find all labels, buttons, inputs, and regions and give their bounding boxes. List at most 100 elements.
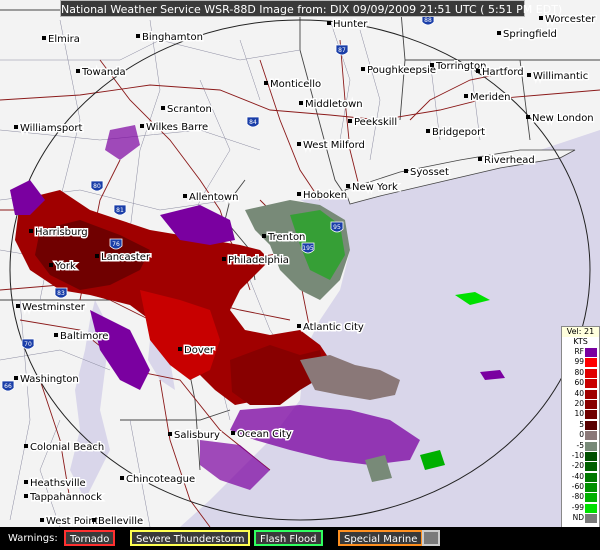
city-hartford: HartfordHartford xyxy=(476,66,525,80)
city-dot xyxy=(526,115,530,119)
city-binghamton: BinghamtonBinghamton xyxy=(136,31,204,45)
city-trenton: TrentonTrenton xyxy=(262,231,307,245)
interstate-87-shield: 87 xyxy=(335,44,349,56)
city-dot xyxy=(527,73,531,77)
legend-row-label: -99 xyxy=(571,502,584,512)
city-dot xyxy=(14,376,18,380)
legend-swatch xyxy=(585,399,597,409)
city-dot xyxy=(183,194,187,198)
legend-swatch xyxy=(585,503,597,513)
interstate-95-shield: 95 xyxy=(330,221,344,233)
legend-row-label: -10 xyxy=(571,450,584,460)
city-dot xyxy=(120,476,124,480)
city-allentown: AllentownAllentown xyxy=(183,191,240,205)
city-dot xyxy=(264,81,268,85)
city-label: Trenton xyxy=(267,232,305,243)
legend-row: -40 xyxy=(562,472,599,482)
legend-swatch xyxy=(585,348,597,357)
interstate-195-shield: 195 xyxy=(301,242,315,254)
city-dot xyxy=(140,124,144,128)
city-dover: DoverDover xyxy=(178,344,216,358)
radar-frame: 88 87 84 80 81 76 95 83 70 66 195 Worcester Worcest… xyxy=(0,0,600,550)
city-dot xyxy=(231,431,235,435)
warning-flash-flood-button[interactable]: Flash Flood xyxy=(254,530,323,546)
radar-map: 88878480817695837066195 WorcesterWorcest… xyxy=(0,0,600,527)
legend-row: 60 xyxy=(562,378,599,389)
city-label: York xyxy=(54,261,76,272)
legend-row-label: 20 xyxy=(574,398,584,408)
city-dot xyxy=(178,347,182,351)
city-philadelphia: PhiladelphiaPhiladelphia xyxy=(222,254,290,268)
legend-row-label: 10 xyxy=(574,409,584,419)
city-dot xyxy=(42,36,46,40)
city-syosset: SyossetSyosset xyxy=(404,166,450,180)
legend-row-label: -40 xyxy=(571,471,584,481)
city-label: Hoboken xyxy=(303,190,347,201)
interstate-70-shield: 70 xyxy=(21,338,35,350)
city-label: Riverhead xyxy=(484,155,535,166)
city-label: Monticello xyxy=(270,79,321,90)
legend-units: KTS xyxy=(573,337,588,346)
city-dot xyxy=(297,324,301,328)
legend-row: 5 xyxy=(562,420,599,430)
warning-special-marine-button[interactable]: Special Marine xyxy=(338,530,424,546)
city-dot xyxy=(539,16,543,20)
legend-row: -99 xyxy=(562,503,599,513)
legend-swatch xyxy=(585,451,597,461)
warning-tornado-button[interactable]: Tornado xyxy=(64,530,116,546)
legend-title: Vel: 21 xyxy=(562,327,599,337)
city-dot xyxy=(476,69,480,73)
warning-severe-thunderstorm-button[interactable]: Severe Thunderstorm xyxy=(130,530,251,546)
city-dot xyxy=(24,480,28,484)
shield-number: 88 xyxy=(424,17,432,24)
legend-row: -10 xyxy=(562,451,599,461)
city-west-point: West PointWest Point xyxy=(40,515,100,527)
city-label: Dover xyxy=(184,345,215,356)
city-dot xyxy=(404,169,408,173)
city-willimantic: WillimanticWillimantic xyxy=(527,70,590,84)
city-dot xyxy=(297,192,301,196)
legend-row-label: 99 xyxy=(574,357,584,367)
legend-swatch xyxy=(585,514,597,524)
city-label: Tappahannock xyxy=(29,492,102,503)
city-baltimore: BaltimoreBaltimore xyxy=(54,330,110,344)
city-dot xyxy=(430,63,434,67)
city-dot xyxy=(95,254,99,258)
legend-swatch xyxy=(585,493,597,503)
legend-swatch xyxy=(585,368,597,378)
city-towanda: TowandaTowanda xyxy=(76,66,127,80)
shield-number: 66 xyxy=(4,383,12,390)
legend-row-label: -60 xyxy=(571,482,584,492)
shield-number: 81 xyxy=(116,207,124,214)
city-dot xyxy=(262,234,266,238)
city-label: Middletown xyxy=(305,99,363,110)
city-label: Springfield xyxy=(503,29,557,40)
city-dot xyxy=(14,125,18,129)
city-dot xyxy=(16,304,20,308)
legend-row: -20 xyxy=(562,461,599,472)
city-new-york: New YorkNew York xyxy=(346,181,400,195)
city-westminster: WestminsterWestminster xyxy=(16,301,87,315)
city-dot xyxy=(348,119,352,123)
city-ocean-city: Ocean CityOcean City xyxy=(231,428,293,442)
legend-row: 99 xyxy=(562,357,599,368)
city-label: Colonial Beach xyxy=(30,442,104,453)
legend-row: 0 xyxy=(562,430,599,441)
city-label: West Milford xyxy=(303,140,365,151)
city-dot xyxy=(478,157,482,161)
legend-row: -5 xyxy=(562,441,599,451)
city-label: Hartford xyxy=(482,67,524,78)
city-dot xyxy=(464,94,468,98)
city-label: New London xyxy=(532,113,594,124)
shield-number: 83 xyxy=(57,290,65,297)
city-label: Westminster xyxy=(22,302,86,313)
city-dot xyxy=(222,257,226,261)
city-label: Baltimore xyxy=(60,331,108,342)
legend-swatch xyxy=(585,358,597,368)
legend-swatch xyxy=(585,462,597,472)
city-label: Hunter xyxy=(333,19,368,30)
city-meriden: MeridenMeriden xyxy=(464,91,512,105)
city-belleville: BellevilleBelleville xyxy=(92,515,145,527)
warning-extra-swatch[interactable] xyxy=(422,530,440,546)
city-dot xyxy=(24,494,28,498)
